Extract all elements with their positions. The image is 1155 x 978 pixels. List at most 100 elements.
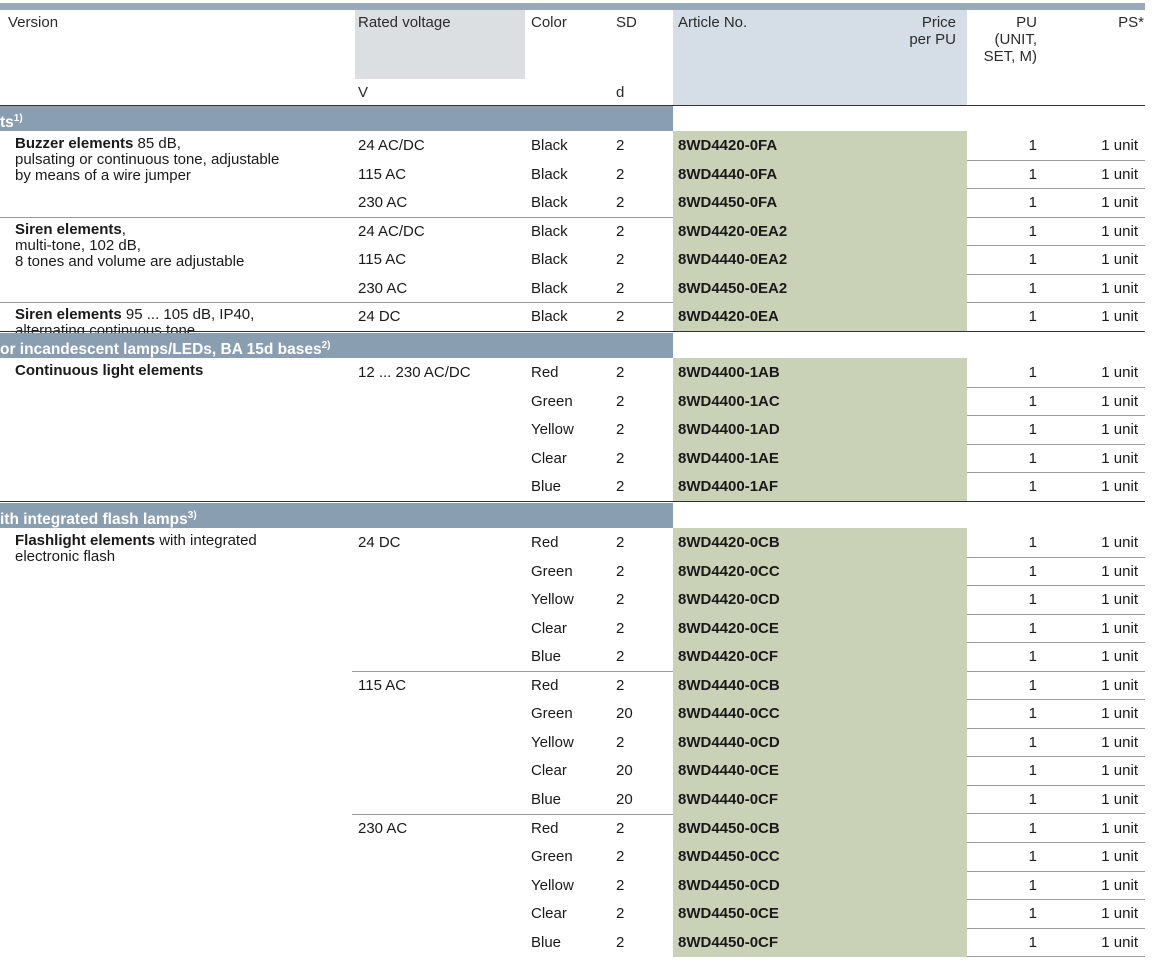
row-sd: 2 — [616, 165, 625, 183]
header-rated-voltage: Rated voltage — [358, 14, 451, 31]
row-article-no: 8WD4400-1AC — [678, 392, 780, 410]
row-voltage: 115 AC — [358, 251, 407, 269]
row-pu: 1 — [1028, 933, 1037, 951]
row-article-no: 8WD4450-0CD — [678, 876, 780, 894]
row-pu: 1 — [1028, 421, 1037, 439]
row-voltage: 115 AC — [358, 165, 407, 183]
group-rule — [967, 728, 1145, 729]
row-ps: 1 unit — [1101, 591, 1138, 609]
row-voltage: 230 AC — [358, 279, 408, 297]
row-pu: 1 — [1028, 222, 1037, 240]
row-color: Green — [531, 392, 573, 410]
row-pu: 1 — [1028, 194, 1037, 212]
header-pu-line3: SET, M) — [983, 48, 1037, 65]
group-rule — [0, 302, 673, 303]
group-rule — [967, 415, 1145, 416]
row-pu: 1 — [1028, 279, 1037, 297]
header-top-bar — [0, 3, 1145, 10]
row-ps: 1 unit — [1101, 251, 1138, 269]
row-sd: 2 — [616, 279, 625, 297]
group-rule — [967, 756, 1145, 757]
row-ps: 1 unit — [1101, 392, 1138, 410]
row-color: Yellow — [531, 421, 574, 439]
section-footnote: 1) — [13, 113, 23, 124]
section-footnote: 3) — [187, 510, 197, 521]
row-ps: 1 unit — [1101, 762, 1138, 780]
section-footnote: 2) — [321, 340, 331, 351]
group-rule — [967, 614, 1145, 615]
row-pu: 1 — [1028, 819, 1037, 837]
row-article-no: 8WD4400-1AF — [678, 478, 779, 496]
group-rule — [967, 557, 1145, 558]
row-color: Yellow — [531, 733, 574, 751]
row-color: Black — [531, 279, 568, 297]
row-article-no: 8WD4440-0EA2 — [678, 251, 788, 269]
row-article-no: 8WD4400-1AE — [678, 449, 779, 467]
row-article-no: 8WD4420-0CE — [678, 619, 779, 637]
row-ps: 1 unit — [1101, 648, 1138, 666]
group-rule — [967, 642, 1145, 643]
row-color: Blue — [531, 933, 562, 951]
row-color: Black — [531, 137, 568, 154]
header-unit-v: V — [358, 84, 369, 101]
row-ps: 1 unit — [1101, 421, 1138, 439]
group-description-line: 8 tones and volume are adjustable — [15, 252, 245, 270]
row-pu: 1 — [1028, 648, 1037, 666]
row-ps: 1 unit — [1101, 478, 1138, 496]
row-pu: 1 — [1028, 534, 1037, 551]
row-color: Clear — [531, 619, 567, 637]
header-pu-line2: (UNIT, — [994, 31, 1038, 48]
row-ps: 1 unit — [1101, 848, 1138, 866]
header-color: Color — [531, 14, 567, 31]
row-voltage: 24 DC — [358, 534, 401, 551]
row-pu: 1 — [1028, 364, 1037, 381]
row-color: Red — [531, 364, 559, 381]
row-article-no: 8WD4440-0CD — [678, 733, 780, 751]
section-title: ith integrated flash lamps3) — [0, 510, 197, 529]
row-sd: 2 — [616, 591, 625, 609]
row-pu: 1 — [1028, 705, 1037, 723]
row-ps: 1 unit — [1101, 733, 1138, 751]
row-ps: 1 unit — [1101, 619, 1138, 637]
row-sd: 20 — [616, 762, 633, 780]
header-ps: PS* — [1118, 14, 1144, 31]
row-color: Blue — [531, 478, 562, 496]
group-rule — [967, 813, 1145, 814]
row-sd: 2 — [616, 819, 625, 837]
row-article-no: 8WD4400-1AB — [678, 364, 780, 381]
row-article-no: 8WD4440-0CE — [678, 762, 779, 780]
row-ps: 1 unit — [1101, 308, 1138, 326]
row-ps: 1 unit — [1101, 137, 1138, 154]
row-article-no: 8WD4420-0CD — [678, 591, 780, 609]
row-pu: 1 — [1028, 905, 1037, 923]
group-rule — [967, 188, 1145, 189]
row-color: Green — [531, 848, 573, 866]
row-pu: 1 — [1028, 848, 1037, 866]
row-sd: 2 — [616, 562, 625, 580]
voltage-group-rule — [352, 814, 673, 815]
row-color: Blue — [531, 790, 562, 808]
row-sd: 2 — [616, 194, 625, 212]
row-article-no: 8WD4450-0CF — [678, 933, 779, 951]
group-rule — [967, 899, 1145, 900]
row-ps: 1 unit — [1101, 534, 1138, 551]
row-color: Black — [531, 165, 568, 183]
row-article-no: 8WD4420-0FA — [678, 137, 778, 154]
row-ps: 1 unit — [1101, 165, 1138, 183]
group-name-suffix: 85 dB, — [133, 135, 181, 152]
row-sd: 2 — [616, 905, 625, 923]
row-ps: 1 unit — [1101, 876, 1138, 894]
row-pu: 1 — [1028, 733, 1037, 751]
row-sd: 2 — [616, 478, 625, 496]
row-sd: 2 — [616, 676, 625, 694]
row-sd: 2 — [616, 619, 625, 637]
row-ps: 1 unit — [1101, 790, 1138, 808]
row-color: Green — [531, 705, 573, 723]
catalog-table: Version Rated voltage Color SD Article N… — [0, 0, 1155, 978]
group-rule — [967, 671, 1145, 672]
row-color: Red — [531, 819, 559, 837]
row-article-no: 8WD4420-0EA2 — [678, 222, 788, 240]
section-band — [0, 106, 673, 131]
group-name-suffix: 95 ... 105 dB, IP40, — [121, 306, 255, 324]
header-price-line1: Price — [921, 14, 956, 31]
